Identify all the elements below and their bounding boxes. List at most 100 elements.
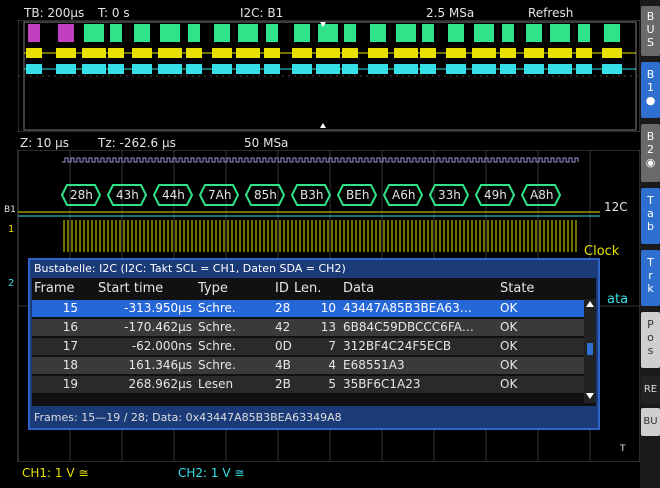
bus-softkey-label-1: B [646,10,655,23]
scroll-thumb[interactable] [587,343,593,355]
overview-bus-block [370,24,386,42]
col-data-header[interactable]: Data [343,281,374,296]
cell-type: Schre. [198,339,236,353]
overview-bus-block [318,24,338,42]
bus-table-window[interactable]: Bustabelle: I2C (I2C: Takt SCL = CH1, Da… [28,258,600,430]
cell-state: OK [500,320,518,334]
decoded-byte-value: 49h [484,188,507,202]
cell-frame: 16 [62,320,78,334]
b2-softkey[interactable]: B 2 ◉ [641,124,660,182]
decoded-byte-value: A8h [530,188,554,202]
overview-bus-block [604,24,620,42]
position-softkey-label-3: s [647,344,654,357]
zoom-factor-readout: Z: 10 µs [20,136,70,150]
timebase-readout: TB: 200µs [24,6,85,20]
cell-len: 5 [328,377,336,391]
ch1-marker[interactable]: 1 [8,224,14,235]
b1-softkey-label-2: 1 [647,81,654,94]
overview-bus-block [448,24,464,42]
b1-selected-dot-icon: ● [645,94,656,107]
table-softkey-label-1: T [647,194,654,207]
decoded-byte-value: 7Ah [208,188,232,202]
cell-frame: 19 [62,377,78,391]
overview-bus-block [578,24,590,42]
cell-state: OK [500,301,518,315]
cell-frame: 15 [62,301,78,315]
table-row[interactable]: 17 -62.000ns Schre. 0D 7 312BF4C24F5ECB OK [32,338,584,355]
overview-bus-block [474,24,494,42]
overview-bus-block [526,24,542,42]
cell-id: 0D [275,339,292,353]
decoded-byte-value: BEh [346,188,370,202]
track-softkey-label-3: k [647,282,654,295]
cell-frame: 17 [62,339,78,353]
overview-bus-block [84,24,104,42]
ch1-scale-label[interactable]: CH1: 1 V ≅ [22,466,88,480]
bu-softkey[interactable]: BU [641,408,660,436]
table-scrollbar[interactable] [584,299,596,403]
cell-data: 312BF4C24F5ECB [343,339,452,353]
b2-softkey-label-2: 2 [647,143,654,156]
track-softkey[interactable]: T r k [641,250,660,306]
decoded-byte-value: 85h [254,188,277,202]
sample-rate-readout: 2.5 MSa [426,6,475,20]
table-row[interactable]: 19 268.962µs Lesen 2B 5 35BF6C1A23 OK [32,376,584,393]
cell-start-time: 161.346µs [128,358,192,372]
clock-label: Clock [584,244,620,259]
overview-bus-block [502,24,514,42]
zoom-time-readout: Tz: -262.6 µs [98,136,176,150]
decoded-byte-value: A6h [392,188,416,202]
bus-table-title: Bustabelle: I2C (I2C: Takt SCL = CH1, Da… [34,262,346,275]
cell-state: OK [500,377,518,391]
position-softkey[interactable]: P o s [641,312,660,368]
col-frame-header[interactable]: Frame [34,281,75,296]
softkey-menu: B U S B 1 ● B 2 ◉ T a b T r k P o s RE B… [640,0,660,488]
cell-len: 13 [320,320,336,334]
table-row[interactable]: 18 161.346µs Schre. 4B 4 E68551A3 OK [32,357,584,374]
cell-start-time: -62.000ns [131,339,192,353]
scroll-down-icon[interactable] [586,393,594,399]
overview-bus-block [294,24,310,42]
cell-frame: 18 [62,358,78,372]
col-type-header[interactable]: Type [198,281,228,296]
decoded-byte-value: B3h [300,188,324,202]
cell-id: 4B [275,358,291,372]
col-len-header[interactable]: Len. [294,281,321,296]
bus-softkey-label-2: U [646,23,655,36]
cell-data: 43447A85B3BEA63… [343,301,472,315]
col-state-header[interactable]: State [500,281,534,296]
cell-len: 10 [320,301,336,315]
bus-table: Frame Start time Type ID Len. Data State… [32,278,596,406]
overview-bus-block [344,24,356,42]
col-id-header[interactable]: ID [275,281,289,296]
table-row[interactable]: 16 -170.462µs Schre. 42 13 6B84C59DBCCC6FA… OK [32,319,584,336]
bus-source-readout: I2C: B1 [240,6,284,20]
position-softkey-label-1: P [647,318,654,331]
position-softkey-label-2: o [647,331,654,344]
cell-len: 4 [328,358,336,372]
re-softkey[interactable]: RE [641,376,660,404]
ch2-marker[interactable]: 2 [8,278,14,289]
bus-softkey-label-3: S [647,36,654,49]
table-softkey[interactable]: T a b [641,188,660,244]
bus-softkey[interactable]: B U S [641,6,660,56]
cell-start-time: -170.462µs [124,320,192,334]
refresh-label[interactable]: Refresh [528,6,573,20]
overview-bus-block [28,24,40,42]
cell-data: 6B84C59DBCCC6FA… [343,320,474,334]
ch2-scale-label[interactable]: CH2: 1 V ≅ [178,466,244,480]
cell-data: E68551A3 [343,358,405,372]
scroll-up-icon[interactable] [586,301,594,307]
bus-table-footer: Frames: 15—19 / 28; Data: 0x43447A85B3BE… [34,411,342,424]
table-softkey-label-3: b [647,220,654,233]
b1-softkey[interactable]: B 1 ● [641,62,660,118]
cell-id: 42 [275,320,291,334]
cell-type: Schre. [198,301,236,315]
cell-start-time: -313.950µs [124,301,192,315]
b1-softkey-label-1: B [646,68,655,81]
table-row[interactable]: 15 -313.950µs Schre. 28 10 43447A85B3BEA63… OK [32,300,584,317]
col-start-time-header[interactable]: Start time [98,281,163,296]
decoded-byte-value: 28h [70,188,93,202]
cell-state: OK [500,358,518,372]
cell-id: 28 [275,301,291,315]
